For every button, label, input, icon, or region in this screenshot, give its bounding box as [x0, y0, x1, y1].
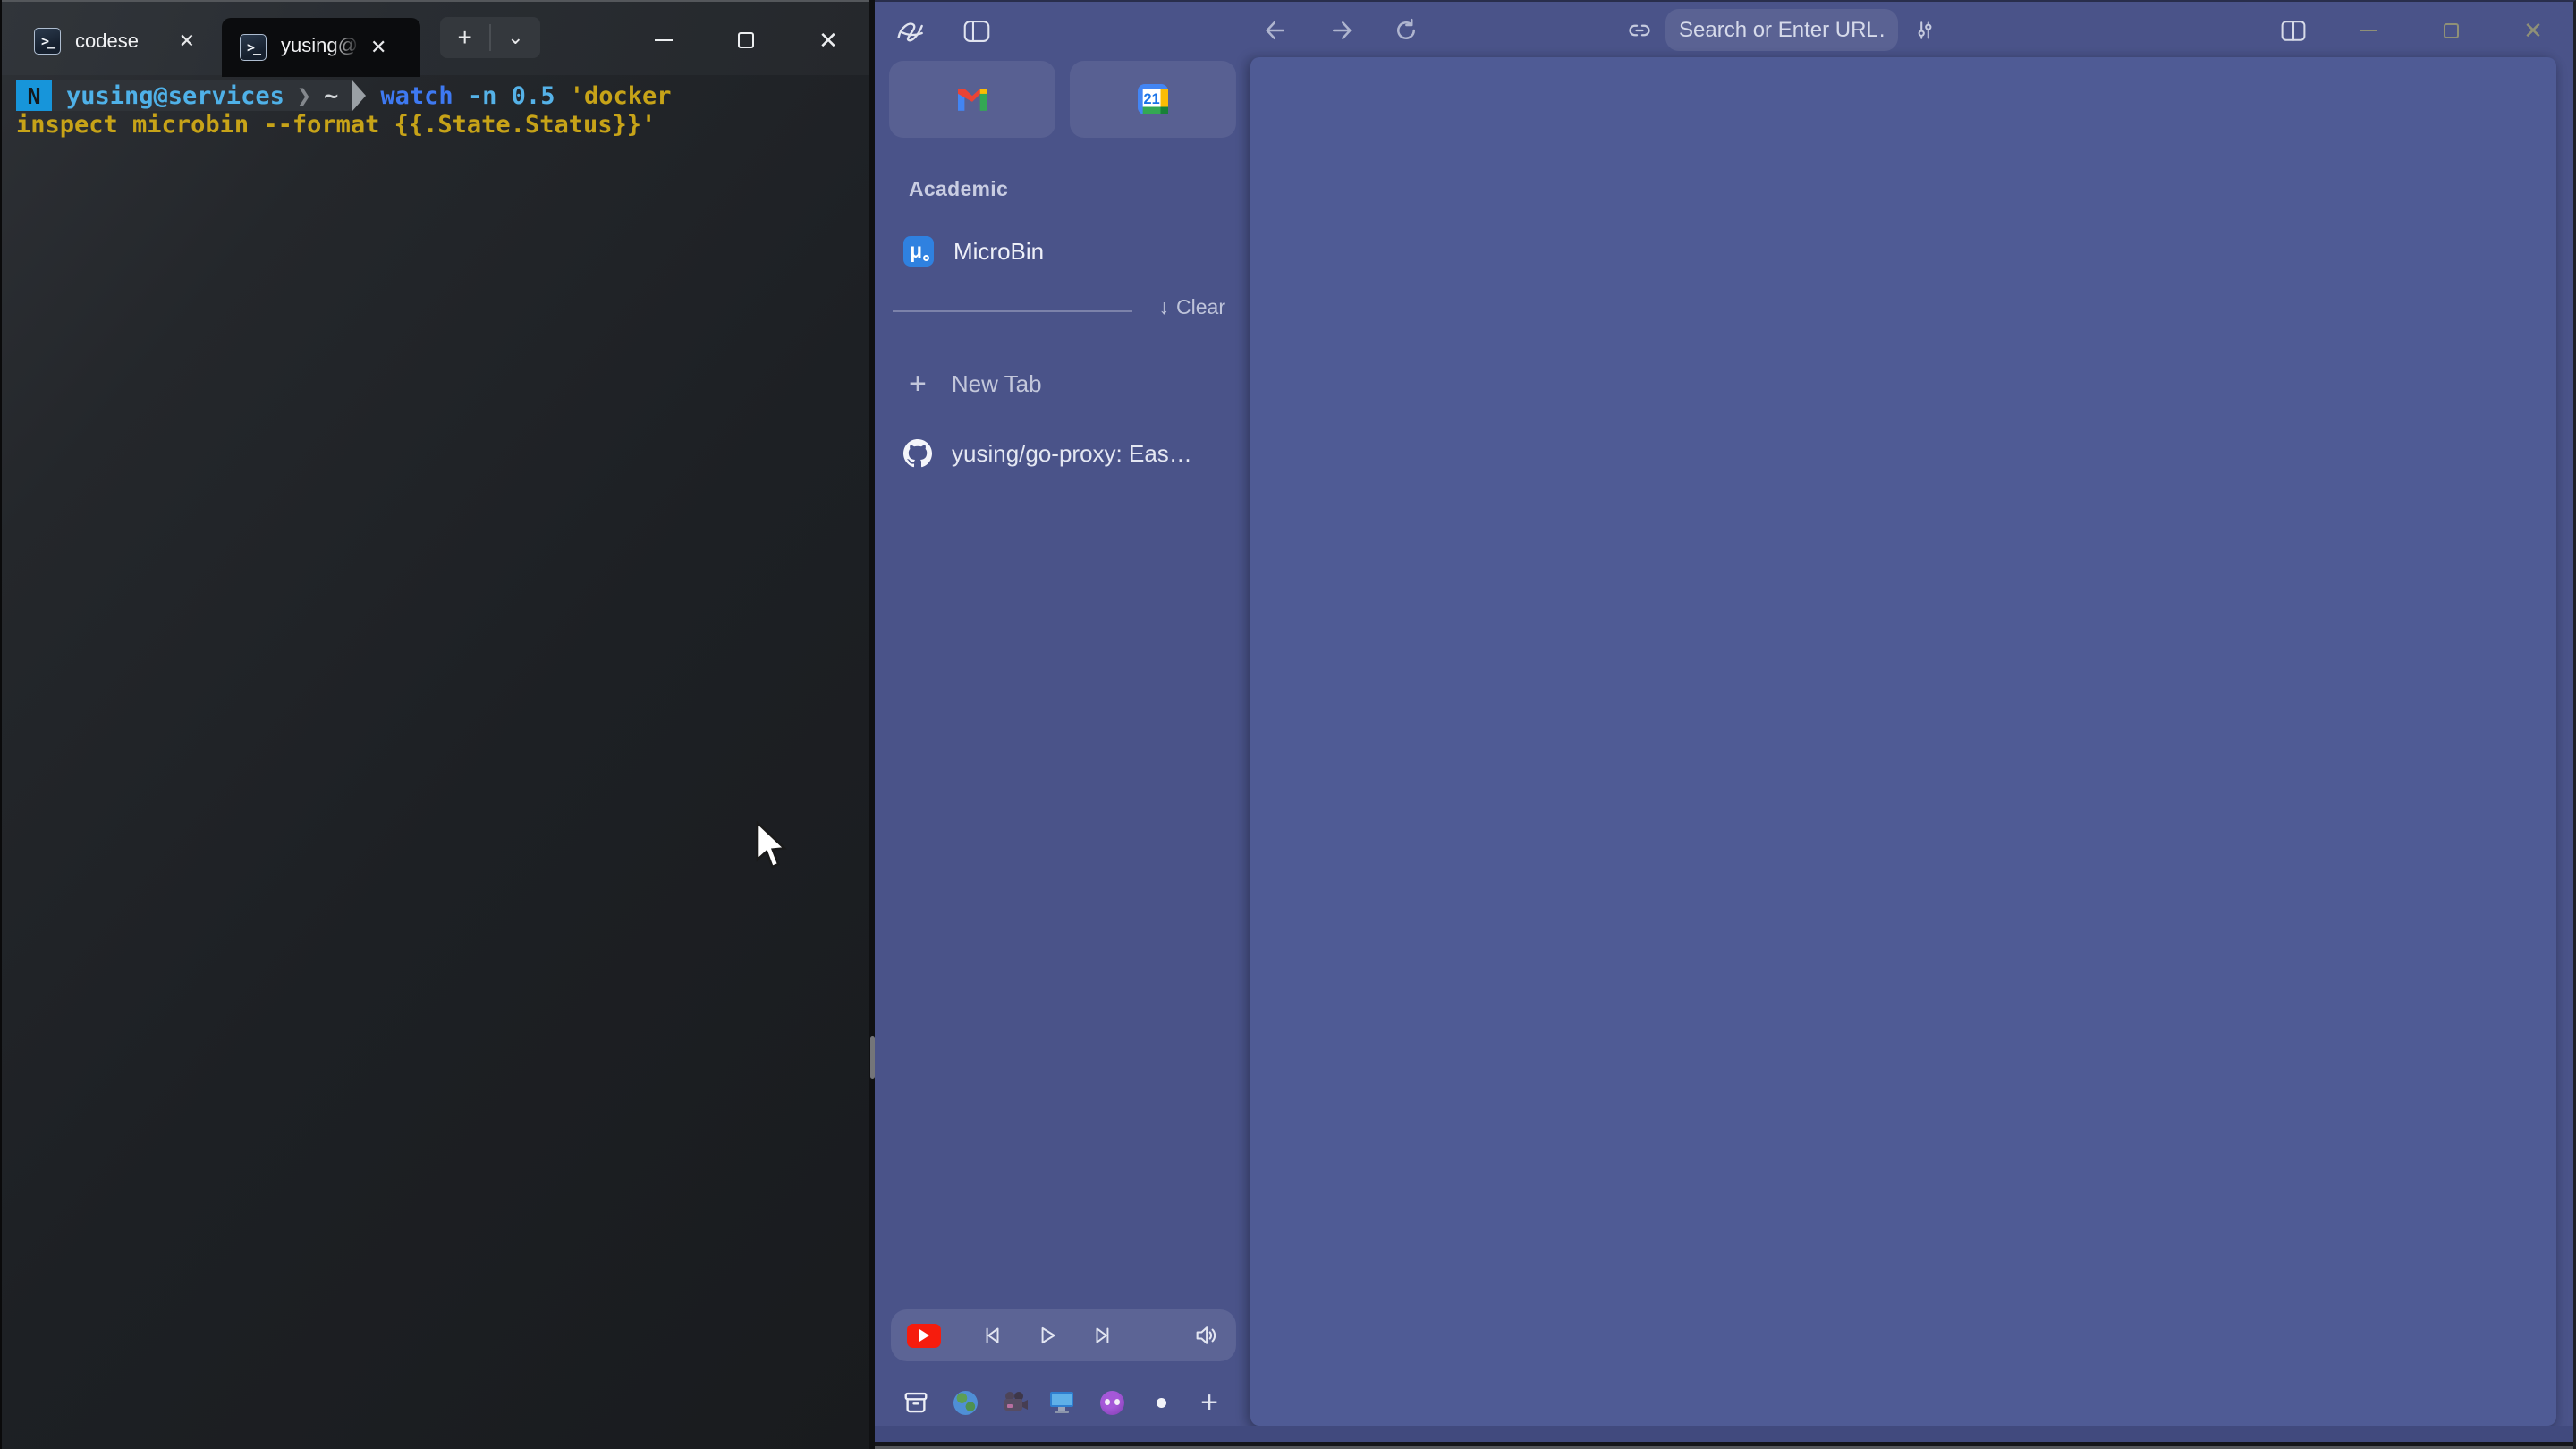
close-icon: ✕	[2523, 17, 2543, 45]
plus-icon: +	[1200, 1387, 1218, 1418]
browser-window: ✕ 21	[875, 0, 2576, 1449]
terminal-new-tab-group: + ⌄	[440, 17, 540, 58]
terminal-minimize-button[interactable]	[623, 4, 705, 77]
terminal-window: >_ codese ✕ >_ yusing@ ✕ + ⌄ ✕	[0, 0, 869, 1449]
github-icon	[903, 439, 932, 468]
desktop-computer-glyph	[1048, 1390, 1075, 1415]
play-button[interactable]	[1036, 1324, 1059, 1347]
browser-content-area	[1250, 57, 2556, 1426]
terminal-tab-yusing[interactable]: >_ yusing@ ✕	[222, 18, 420, 77]
terminal-new-tab-button[interactable]: +	[440, 25, 489, 50]
workspace-devil-icon[interactable]	[1089, 1379, 1135, 1426]
svg-text:21: 21	[1144, 91, 1160, 107]
tab-close-icon[interactable]: ✕	[179, 31, 195, 51]
divider-grip[interactable]	[870, 1036, 875, 1079]
microbin-icon: μ	[903, 236, 934, 267]
prompt-user-segment: yusing@services ❯ ~	[52, 80, 352, 111]
prompt-node-badge: N	[16, 80, 52, 111]
workspace-earth-icon[interactable]	[942, 1379, 988, 1426]
prompt-arrow-separator	[352, 80, 366, 111]
mouse-cursor	[754, 821, 790, 876]
browser-bottom-edge	[875, 1426, 2573, 1449]
url-bar[interactable]	[1665, 9, 1898, 51]
clear-tabs-button[interactable]: ↓ Clear	[1159, 295, 1225, 319]
next-track-button[interactable]	[1091, 1324, 1114, 1347]
media-player	[891, 1309, 1236, 1361]
tab-close-icon[interactable]: ✕	[370, 38, 386, 57]
plus-icon: +	[909, 369, 927, 399]
close-icon: ✕	[818, 29, 838, 52]
minimize-icon	[655, 39, 673, 42]
youtube-icon[interactable]	[907, 1324, 941, 1348]
url-input[interactable]	[1679, 18, 1885, 43]
pinned-tab-microbin[interactable]: μ MicroBin	[889, 225, 1238, 277]
workspace-switcher: +	[875, 1379, 1250, 1426]
reload-button[interactable]	[1390, 14, 1422, 47]
link-icon[interactable]	[1624, 16, 1655, 45]
terminal-command-line2: inspect microbin --format {{.State.Statu…	[16, 111, 656, 139]
workspace-label: Academic	[909, 177, 1008, 201]
tab-title: MicroBin	[953, 238, 1044, 266]
maximize-icon	[2444, 23, 2459, 38]
back-button[interactable]	[1259, 14, 1292, 47]
terminal-screen[interactable]: N yusing@services ❯ ~ watch -n 0.5 'dock…	[2, 75, 869, 1449]
browser-minimize-button[interactable]	[2349, 14, 2388, 47]
terminal-tab-label: codese	[75, 30, 139, 53]
tabs-divider	[893, 310, 1132, 312]
terminal-tab-label: yusing@	[281, 34, 358, 57]
forward-button[interactable]	[1326, 14, 1358, 47]
minimize-icon	[2360, 30, 2377, 32]
workspace-movie-camera-icon[interactable]	[992, 1379, 1038, 1426]
screen: >_ codese ✕ >_ yusing@ ✕ + ⌄ ✕	[0, 0, 2576, 1449]
browser-maximize-button[interactable]	[2431, 14, 2470, 47]
workspace-dot-indicator[interactable]	[1138, 1379, 1184, 1426]
essential-tab-google-calendar[interactable]: 21	[1070, 61, 1236, 138]
powershell-icon: >_	[34, 28, 61, 55]
browser-sidebar: 21 Academic μ MicroBin ↓ Clear + New Tab	[875, 2, 1250, 1449]
maximize-icon	[738, 32, 754, 48]
terminal-tab-codese[interactable]: >_ codese ✕	[16, 16, 211, 66]
terminal-command: watch -n 0.5 'docker	[380, 82, 671, 110]
terminal-tab-dropdown-button[interactable]: ⌄	[491, 31, 540, 43]
clear-label: Clear	[1176, 295, 1225, 319]
prompt-chevron: ❯	[297, 82, 311, 110]
prompt-user: yusing@services	[66, 82, 284, 110]
terminal-prompt-line: N yusing@services ❯ ~ watch -n 0.5 'dock…	[16, 80, 672, 111]
prompt-path: ~	[324, 82, 338, 110]
add-workspace-button[interactable]: +	[1186, 1379, 1233, 1426]
terminal-caption-buttons: ✕	[623, 4, 869, 77]
new-tab-label: New Tab	[952, 370, 1042, 398]
volume-icon[interactable]	[1193, 1323, 1218, 1348]
arrow-down-icon: ↓	[1159, 295, 1170, 319]
tab-go-proxy[interactable]: yusing/go-proxy: Easy…	[889, 428, 1238, 479]
new-tab-button[interactable]: + New Tab	[889, 358, 1238, 410]
workspace-archive-icon[interactable]	[893, 1379, 939, 1426]
terminal-maximize-button[interactable]	[705, 4, 787, 77]
toolbar-settings-sliders-icon[interactable]	[1909, 16, 1941, 45]
tab-title: yusing/go-proxy: Easy…	[952, 440, 1202, 468]
essential-tab-gmail[interactable]	[889, 61, 1055, 138]
previous-track-button[interactable]	[980, 1324, 1004, 1347]
browser-close-button[interactable]: ✕	[2513, 14, 2553, 47]
terminal-tab-bar: >_ codese ✕ >_ yusing@ ✕ + ⌄ ✕	[2, 0, 869, 75]
gmail-icon	[954, 85, 990, 114]
powershell-icon: >_	[240, 34, 267, 61]
terminal-close-button[interactable]: ✕	[787, 4, 869, 77]
google-calendar-icon: 21	[1138, 84, 1168, 114]
workspace-computer-icon[interactable]	[1038, 1379, 1085, 1426]
movie-camera-glyph	[1002, 1391, 1029, 1414]
split-view-button[interactable]	[2275, 14, 2311, 47]
